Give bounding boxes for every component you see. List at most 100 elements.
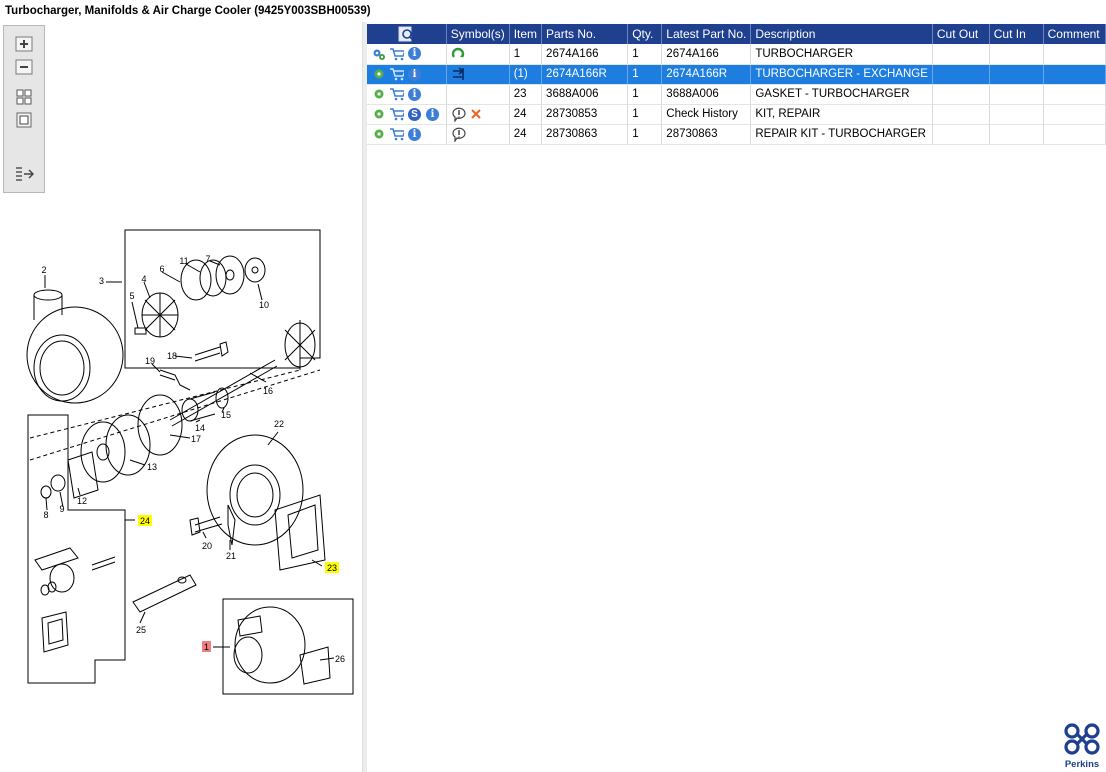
- find-column-header[interactable]: [367, 24, 447, 44]
- cut-in-cell: [989, 104, 1044, 125]
- nut-5: [134, 327, 147, 335]
- parts-no-cell[interactable]: 3688A006: [541, 84, 629, 105]
- comment-column-header[interactable]: Comment: [1043, 24, 1106, 44]
- callout-11[interactable]: 11: [179, 256, 188, 266]
- parts-no-column-header[interactable]: Parts No.: [541, 24, 629, 44]
- expand-panel-icon[interactable]: [14, 165, 34, 183]
- callout-22[interactable]: 22: [274, 419, 284, 429]
- qty-column-header[interactable]: Qty.: [627, 24, 663, 44]
- exchange-icon[interactable]: [451, 67, 466, 82]
- cart-icon[interactable]: [389, 127, 404, 142]
- s-icon[interactable]: S: [407, 107, 422, 122]
- table-row[interactable]: S i 24 28730853 1 Check History KIT, REP…: [367, 104, 1106, 125]
- callout-24[interactable]: 24: [140, 516, 150, 526]
- assembly-inset-box: [222, 598, 354, 695]
- item-cell: 23: [509, 84, 543, 105]
- cut-in-column-header[interactable]: Cut In: [989, 24, 1044, 44]
- callout-3[interactable]: 3: [99, 276, 104, 286]
- zoom-in-icon[interactable]: [14, 35, 34, 53]
- latest-part-cell[interactable]: 2674A166: [661, 44, 752, 65]
- gear-icon[interactable]: [371, 127, 386, 142]
- cut-out-cell: [932, 104, 990, 125]
- gear-icon[interactable]: [371, 87, 386, 102]
- gear-icon[interactable]: [371, 67, 386, 82]
- symbols-column-header[interactable]: Symbol(s): [446, 24, 510, 44]
- callout-14[interactable]: 14: [195, 423, 205, 433]
- symbols-cell: [446, 104, 510, 125]
- table-row[interactable]: i 23 3688A006 1 3688A006 GASKET - TURBOC…: [367, 84, 1106, 105]
- cart-icon[interactable]: [389, 67, 404, 82]
- callout-18[interactable]: 18: [167, 351, 177, 361]
- reman-icon[interactable]: [451, 46, 466, 61]
- latest-part-column-header[interactable]: Latest Part No.: [661, 24, 752, 44]
- fit-page-icon[interactable]: [14, 88, 34, 106]
- cart-icon[interactable]: [389, 46, 404, 61]
- callout-26[interactable]: 26: [335, 654, 345, 664]
- info-icon[interactable]: i: [407, 87, 422, 102]
- callout-8[interactable]: 8: [43, 510, 48, 520]
- description-cell: REPAIR KIT - TURBOCHARGER: [750, 124, 933, 145]
- callout-20[interactable]: 20: [202, 541, 212, 551]
- gear-icon[interactable]: [371, 46, 386, 61]
- parts-no-cell[interactable]: 2674A166: [541, 44, 629, 65]
- parts-list-pane: Symbol(s) Item Parts No. Qty. Latest Par…: [367, 22, 1106, 772]
- description-column-header[interactable]: Description: [750, 24, 933, 44]
- parts-no-cell[interactable]: 28730863: [541, 124, 629, 145]
- notice-icon[interactable]: [451, 127, 466, 142]
- cart-icon[interactable]: [389, 87, 404, 102]
- callout-7[interactable]: 7: [205, 254, 210, 264]
- actual-size-icon[interactable]: [14, 111, 34, 129]
- cross-icon[interactable]: [469, 107, 484, 122]
- callout-16[interactable]: 16: [263, 386, 273, 396]
- callout-9[interactable]: 9: [59, 504, 64, 514]
- parts-no-cell[interactable]: 28730853: [541, 104, 629, 125]
- callout-19[interactable]: 19: [145, 356, 155, 366]
- perkins-logo: Perkins: [1060, 722, 1104, 770]
- item-column-header[interactable]: Item: [509, 24, 543, 44]
- callout-2[interactable]: 2: [41, 265, 46, 275]
- zoom-out-icon[interactable]: [14, 58, 34, 76]
- zoom-toolbar: [3, 25, 45, 193]
- callout-10[interactable]: 10: [259, 300, 269, 310]
- qty-cell: 1: [627, 124, 663, 145]
- table-row[interactable]: i 24 28730863 1 28730863 REPAIR KIT - TU…: [367, 124, 1106, 145]
- action-icons-cell: i: [367, 44, 447, 65]
- latest-part-cell[interactable]: Check History: [661, 104, 752, 125]
- latest-part-cell[interactable]: 28730863: [661, 124, 752, 145]
- callout-1[interactable]: 1: [204, 642, 209, 652]
- info-icon[interactable]: i: [407, 46, 422, 61]
- callout-5[interactable]: 5: [129, 291, 134, 301]
- window-title: Turbocharger, Manifolds & Air Charge Coo…: [0, 0, 1106, 22]
- notice-icon[interactable]: [451, 107, 466, 122]
- find-icon[interactable]: [397, 26, 415, 42]
- action-icons-cell: i: [367, 124, 447, 145]
- gear-icon[interactable]: [371, 107, 386, 122]
- callout-4[interactable]: 4: [141, 274, 146, 284]
- callout-6[interactable]: 6: [159, 264, 164, 274]
- diagram-pane[interactable]: 2 3 4 5 6 7 8 9 10 11 12 13 14 15 16 17 …: [0, 22, 362, 772]
- callout-25[interactable]: 25: [136, 625, 146, 635]
- washer-9: [50, 474, 66, 492]
- info-icon[interactable]: i: [407, 127, 422, 142]
- table-row[interactable]: i 1 2674A166 1 2674A166 TURBOCHARGER: [367, 44, 1106, 65]
- info-icon[interactable]: i: [425, 107, 440, 122]
- callout-23[interactable]: 23: [327, 563, 337, 573]
- info-icon[interactable]: i: [407, 67, 422, 82]
- cart-icon[interactable]: [389, 107, 404, 122]
- description-cell: TURBOCHARGER: [750, 44, 933, 65]
- seal-plate-7: [215, 255, 245, 295]
- callout-13[interactable]: 13: [147, 462, 157, 472]
- item-cell: 1: [509, 44, 543, 65]
- cut-out-cell: [932, 84, 990, 105]
- parts-no-cell[interactable]: 2674A166R: [541, 64, 629, 85]
- callout-15[interactable]: 15: [221, 410, 231, 420]
- repair-kit-box: [27, 414, 126, 684]
- callout-17[interactable]: 17: [191, 434, 201, 444]
- callout-21[interactable]: 21: [226, 551, 236, 561]
- callout-12[interactable]: 12: [77, 496, 87, 506]
- cut-out-column-header[interactable]: Cut Out: [932, 24, 990, 44]
- latest-part-cell[interactable]: 2674A166R: [661, 64, 752, 85]
- latest-part-cell[interactable]: 3688A006: [661, 84, 752, 105]
- table-row-selected[interactable]: i (1) 2674A166R 1 2674A166R TURBOCHARGER…: [367, 64, 1106, 85]
- exploded-parts-diagram[interactable]: 2 3 4 5 6 7 8 9 10 11 12 13 14 15 16 17 …: [0, 220, 362, 710]
